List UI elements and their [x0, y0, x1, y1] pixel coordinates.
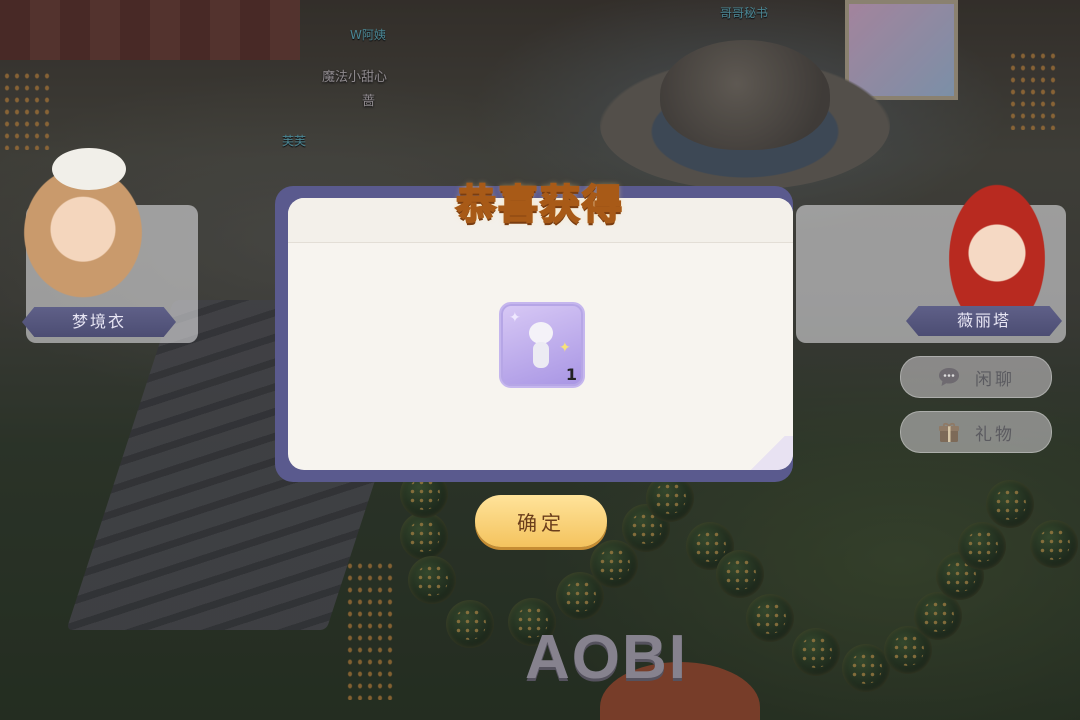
white-bear-costume-icon: [529, 322, 553, 370]
cloud-hat: [52, 148, 126, 190]
reward-item-slot[interactable]: ✦ ✦ 1: [499, 302, 585, 388]
chat-bubble-icon: [937, 365, 961, 389]
item-count: 1: [565, 365, 577, 384]
sparkle-icon: ✦: [559, 340, 571, 356]
confirm-button[interactable]: 确定: [475, 495, 607, 547]
sparkle-icon: ✦: [509, 310, 521, 326]
chat-button-label: 闲聊: [975, 369, 1015, 390]
gift-box-icon: [937, 420, 961, 444]
page-fold-decoration: [743, 436, 793, 470]
left-character-avatar: [8, 148, 158, 315]
gift-button-label: 礼物: [975, 424, 1015, 445]
left-character-name: 梦境衣: [22, 307, 176, 337]
gift-button[interactable]: 礼物: [900, 411, 1052, 453]
chat-button[interactable]: 闲聊: [900, 356, 1052, 398]
dialog-title: 恭喜获得: [455, 181, 624, 229]
right-character-name: 薇丽塔: [906, 306, 1062, 336]
